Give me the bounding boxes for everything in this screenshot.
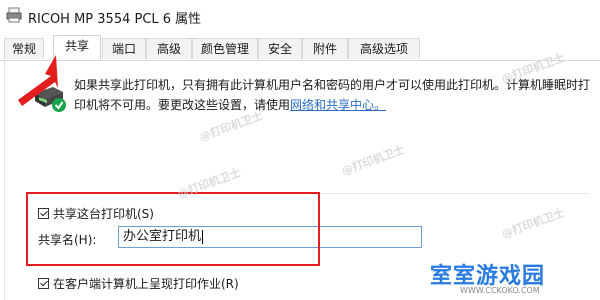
tab-general[interactable]: 常规: [4, 38, 44, 59]
tab-strip: 常规 共享 端口 高级 颜色管理 安全 附件 高级选项: [0, 35, 600, 60]
watermark-url: WWW.CCKOKO.COM: [460, 286, 540, 295]
window-title: RICOH MP 3554 PCL 6 属性: [28, 12, 202, 27]
tab-sharing[interactable]: 共享: [53, 35, 101, 60]
tab-color-management[interactable]: 颜色管理: [192, 38, 258, 59]
render-jobs-label: 在客户端计算机上呈现打印作业(R): [53, 277, 239, 291]
highlight-annotation: [26, 192, 320, 266]
tab-accessories[interactable]: 附件: [302, 38, 348, 59]
render-jobs-checkbox[interactable]: [38, 278, 49, 289]
title-bar: RICOH MP 3554 PCL 6 属性: [0, 0, 600, 34]
tab-advanced-options[interactable]: 高级选项: [348, 38, 420, 59]
tab-advanced[interactable]: 高级: [146, 38, 192, 59]
render-jobs-option[interactable]: 在客户端计算机上呈现打印作业(R): [38, 275, 239, 292]
tab-ports[interactable]: 端口: [102, 38, 146, 59]
printer-app-icon: [6, 7, 22, 23]
network-sharing-center-link[interactable]: 网络和共享中心。: [290, 98, 386, 112]
shared-printer-icon: [35, 87, 66, 112]
tab-security[interactable]: 安全: [258, 38, 302, 59]
